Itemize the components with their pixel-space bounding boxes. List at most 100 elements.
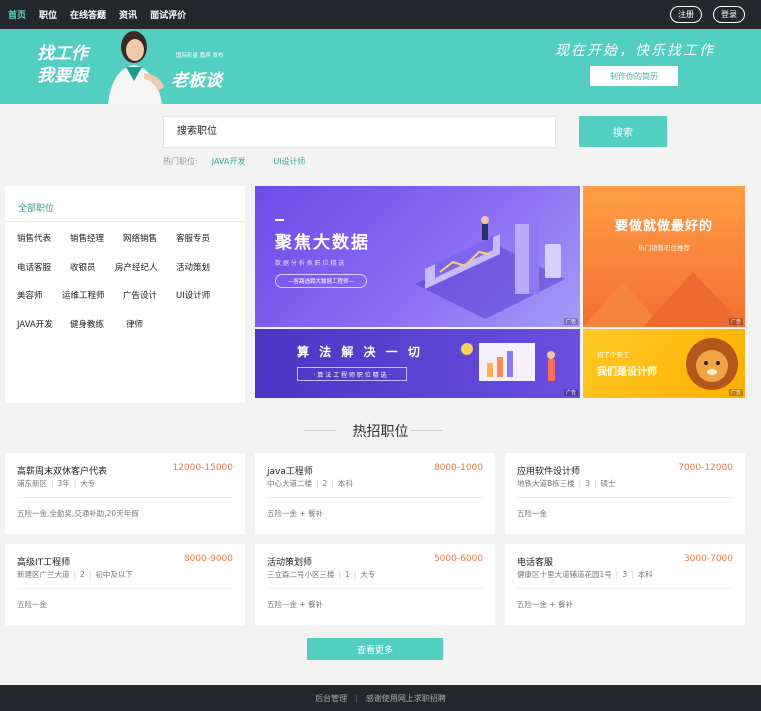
divider [267,588,483,589]
view-more-button[interactable]: 查看更多 [307,638,443,660]
banner-boss-title: 老板谈 [171,71,222,91]
mountain-illustration [583,272,745,327]
divider [517,497,733,498]
divider [17,497,233,498]
promo-sales[interactable]: 要做就做最好的 热门销售职位推荐 广告 [583,186,745,327]
divider [267,497,483,498]
banner-line1: 找工作 [37,44,88,64]
nav-links: 首页 职位 在线答题 资讯 面试评价 [8,0,199,29]
job-card[interactable]: java工程师 8000-1000 中心大道二楼 | 2 | 本科 五险一金 + 餐补 [255,453,495,534]
category-item[interactable]: 律师 [126,318,176,347]
nav-online-quiz[interactable]: 在线答题 [70,8,106,21]
category-title[interactable]: 全部职位 [18,201,54,214]
divider [5,221,245,222]
promo-designer[interactable]: 招了个美工 我们是设计师 广告 [583,329,745,398]
job-title[interactable]: java工程师 [267,464,313,477]
job-experience: 2 [80,570,85,579]
nav-home[interactable]: 首页 [8,8,26,21]
job-benefits: 五险一金 + 餐补 [267,509,324,518]
top-navbar: 首页 职位 在线答题 资讯 面试评价 注册 登录 [0,0,761,29]
promo-algorithm[interactable]: 算 法 解 决 一 切 · 算 法 工 程 师 职 位 精 选 · 广告 [255,329,580,398]
promo-bigdata-title: 聚焦大数据 [275,233,370,253]
category-list: 销售代表 销售经理 网络销售 客服专员 电话客服 收银员 房产经纪人 活动策划 … [17,232,242,346]
job-card[interactable]: 高薪周末双休客户代表 12000-15000 浦东新区 | 3年 | 大专 五险一金,全… [5,453,245,534]
job-experience: 3 [622,570,628,579]
promo-designer-small: 招了个美工 [597,351,630,359]
promo-bigdata[interactable]: 聚焦大数据 数 据 分 析 类 职 位 精 选 —各路选聘大数据工程师— 广告 [255,186,580,327]
data-illustration [415,216,565,319]
banner-woman-image [108,31,164,104]
job-benefits: 五险一金,全勤奖,交通补助,20天年假 [17,509,139,518]
category-item[interactable]: UI设计师 [176,289,229,318]
promo-accent-line [275,219,284,221]
job-title[interactable]: 电话客服 [517,555,553,568]
job-education: 硕士 [600,479,616,488]
job-salary: 5000-6000 [433,554,483,564]
job-experience: 2 [322,479,328,488]
job-location: 浦东新区 [17,479,47,488]
job-meta: 中心大道二楼 | 2 | 本科 [267,479,353,488]
search-input[interactable]: 搜索职位 [163,116,556,148]
nav-jobs[interactable]: 职位 [39,8,57,21]
category-item[interactable]: 收银员 [70,261,115,290]
category-item[interactable]: 网络销售 [123,232,176,261]
divider [411,430,443,431]
lion-illustration [686,338,738,390]
category-item[interactable]: 美容师 [17,289,62,318]
job-education: 本科 [637,570,653,579]
category-item[interactable]: 广告设计 [123,289,176,318]
promo-sales-title: 要做就做最好的 [614,219,713,234]
category-item[interactable]: 健身教练 [70,318,126,347]
job-meta: 浦东新区 | 3年 | 大专 [17,479,96,488]
category-item[interactable]: 销售代表 [17,232,70,261]
nav-news[interactable]: 资讯 [119,8,137,21]
job-education: 大专 [360,570,376,579]
hot-label: 热门职位: [163,157,198,166]
promo-algorithm-subtitle: · 算 法 工 程 师 职 位 精 选 · [297,367,407,381]
category-item[interactable]: 活动策划 [176,261,229,290]
job-title[interactable]: 活动策划师 [267,555,312,568]
top-banner[interactable]: 找工作 我要跟 国际影星 嘉宾 发布 老板谈 现在开始，快乐找工作 制作你的简历 [0,29,761,104]
job-salary: 3000-7000 [683,554,733,564]
job-title[interactable]: 高薪周末双休客户代表 [17,464,107,477]
job-salary: 12000-15000 [172,463,233,473]
job-card[interactable]: 应用软件设计师 7000-12000 地铁大道B栋三楼 | 3 | 硕士 五险一金 [505,453,745,534]
job-location: 健康区十里大道辅道花园1号 [517,570,612,579]
job-title[interactable]: 高级IT工程师 [17,555,70,568]
register-button[interactable]: 注册 [670,6,702,23]
job-title[interactable]: 应用软件设计师 [517,464,580,477]
ad-tag: 广告 [728,389,743,396]
category-item[interactable]: JAVA开发 [17,318,70,347]
promo-designer-title: 我们是设计师 [597,367,657,378]
job-experience: 3 [585,479,590,488]
footer-thanks: 感谢使用网上求职招聘 [365,693,446,703]
job-meta: 三立森二号小区三楼 | 1 | 大专 [267,570,376,579]
job-card[interactable]: 高级IT工程师 8000-9000 新建区广兰大道 | 2 | 初中及以下 五险一金 [5,544,245,625]
nav-interview-reviews[interactable]: 面试评价 [150,8,186,21]
footer: 后台管理 | 感谢使用网上求职招聘 [0,685,761,711]
footer-admin-link[interactable]: 后台管理 [315,693,347,704]
job-meta: 新建区广兰大道 | 2 | 初中及以下 [17,570,133,579]
search-button[interactable]: 搜索 [579,116,667,147]
job-benefits: 五险一金 [17,600,47,609]
category-item[interactable]: 客服专员 [176,232,229,261]
job-card[interactable]: 活动策划师 5000-6000 三立森二号小区三楼 | 1 | 大专 五险一金 + 餐补 [255,544,495,625]
hot-link-java[interactable]: JAVA开发 [212,156,246,167]
job-salary: 8000-9000 [183,554,233,564]
promo-bigdata-button[interactable]: —各路选聘大数据工程师— [275,274,367,288]
job-benefits: 五险一金 + 餐补 [517,600,574,609]
hot-link-ui[interactable]: UI设计师 [273,156,305,167]
job-salary: 7000-12000 [678,463,733,473]
hot-positions: 热门职位: JAVA开发 UI设计师 [163,156,306,167]
category-item[interactable]: 房产经纪人 [115,261,176,290]
make-resume-button[interactable]: 制作你的简历 [590,66,678,86]
job-experience: 1 [345,570,350,579]
category-item[interactable]: 运维工程师 [62,289,123,318]
category-item[interactable]: 电话客服 [17,261,70,290]
job-education: 初中及以下 [95,570,133,579]
category-item[interactable]: 销售经理 [70,232,123,261]
login-button[interactable]: 登录 [713,6,745,23]
job-benefits: 五险一金 + 餐补 [267,600,324,609]
category-panel: 全部职位 销售代表 销售经理 网络销售 客服专员 电话客服 收银员 房产经纪人 … [5,186,245,403]
job-card[interactable]: 电话客服 3000-7000 健康区十里大道辅道花园1号 | 3 | 本科 五险一金 +… [505,544,745,625]
